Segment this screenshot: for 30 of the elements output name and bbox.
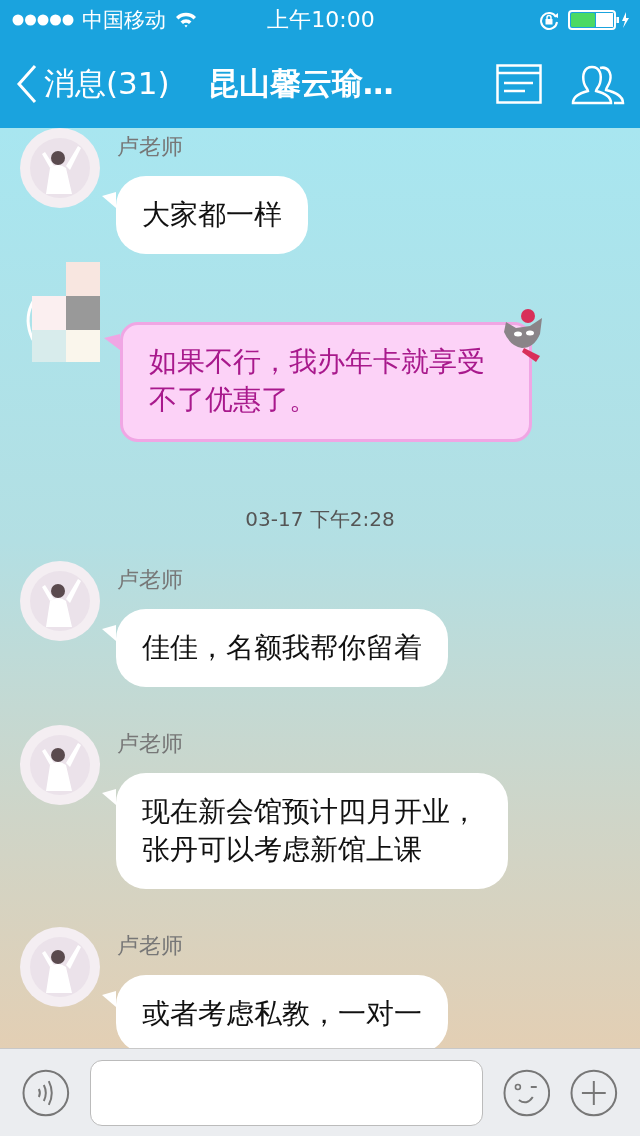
carrier-name: 中国移动 [82, 7, 166, 34]
contacts-icon[interactable] [570, 63, 626, 105]
wifi-icon [174, 11, 198, 29]
sender-name: 卢老师 [117, 730, 183, 758]
document-icon[interactable] [496, 64, 542, 104]
battery-icon [568, 10, 630, 30]
bubble-tail [102, 625, 116, 641]
sender-name: 卢老师 [117, 566, 183, 594]
status-time: 上午10:00 [267, 6, 375, 34]
bubble-tail [102, 789, 116, 805]
bubble-tail [104, 334, 120, 350]
sender-name: 卢老师 [117, 932, 183, 960]
back-button[interactable]: 消息(31) [16, 63, 170, 105]
message-bubble: 现在新会馆预计四月开业，张丹可以考虑新馆上课 [116, 773, 508, 889]
rotation-lock-icon [538, 9, 560, 31]
sender-name: 卢老师 [117, 133, 183, 161]
plus-button[interactable] [570, 1068, 618, 1117]
message-input-field[interactable] [89, 1059, 483, 1126]
voice-button[interactable] [22, 1068, 70, 1117]
message-bubble: 如果不行，我办年卡就享受不了优惠了。 [120, 322, 532, 442]
bubble-tail [102, 991, 116, 1007]
message-bubble: 佳佳，名额我帮你留着 [116, 609, 448, 687]
message-bubble: 或者考虑私教，一对一 [116, 975, 448, 1048]
signal-icon [12, 14, 74, 26]
bubble-tail [102, 192, 116, 208]
chat-title: 昆山馨云瑜… [207, 64, 395, 103]
emoji-button[interactable] [502, 1068, 551, 1117]
timestamp: 03-17 下午2:28 [245, 506, 395, 533]
back-icon [16, 64, 38, 104]
message-bubble: 大家都一样 [116, 176, 308, 254]
